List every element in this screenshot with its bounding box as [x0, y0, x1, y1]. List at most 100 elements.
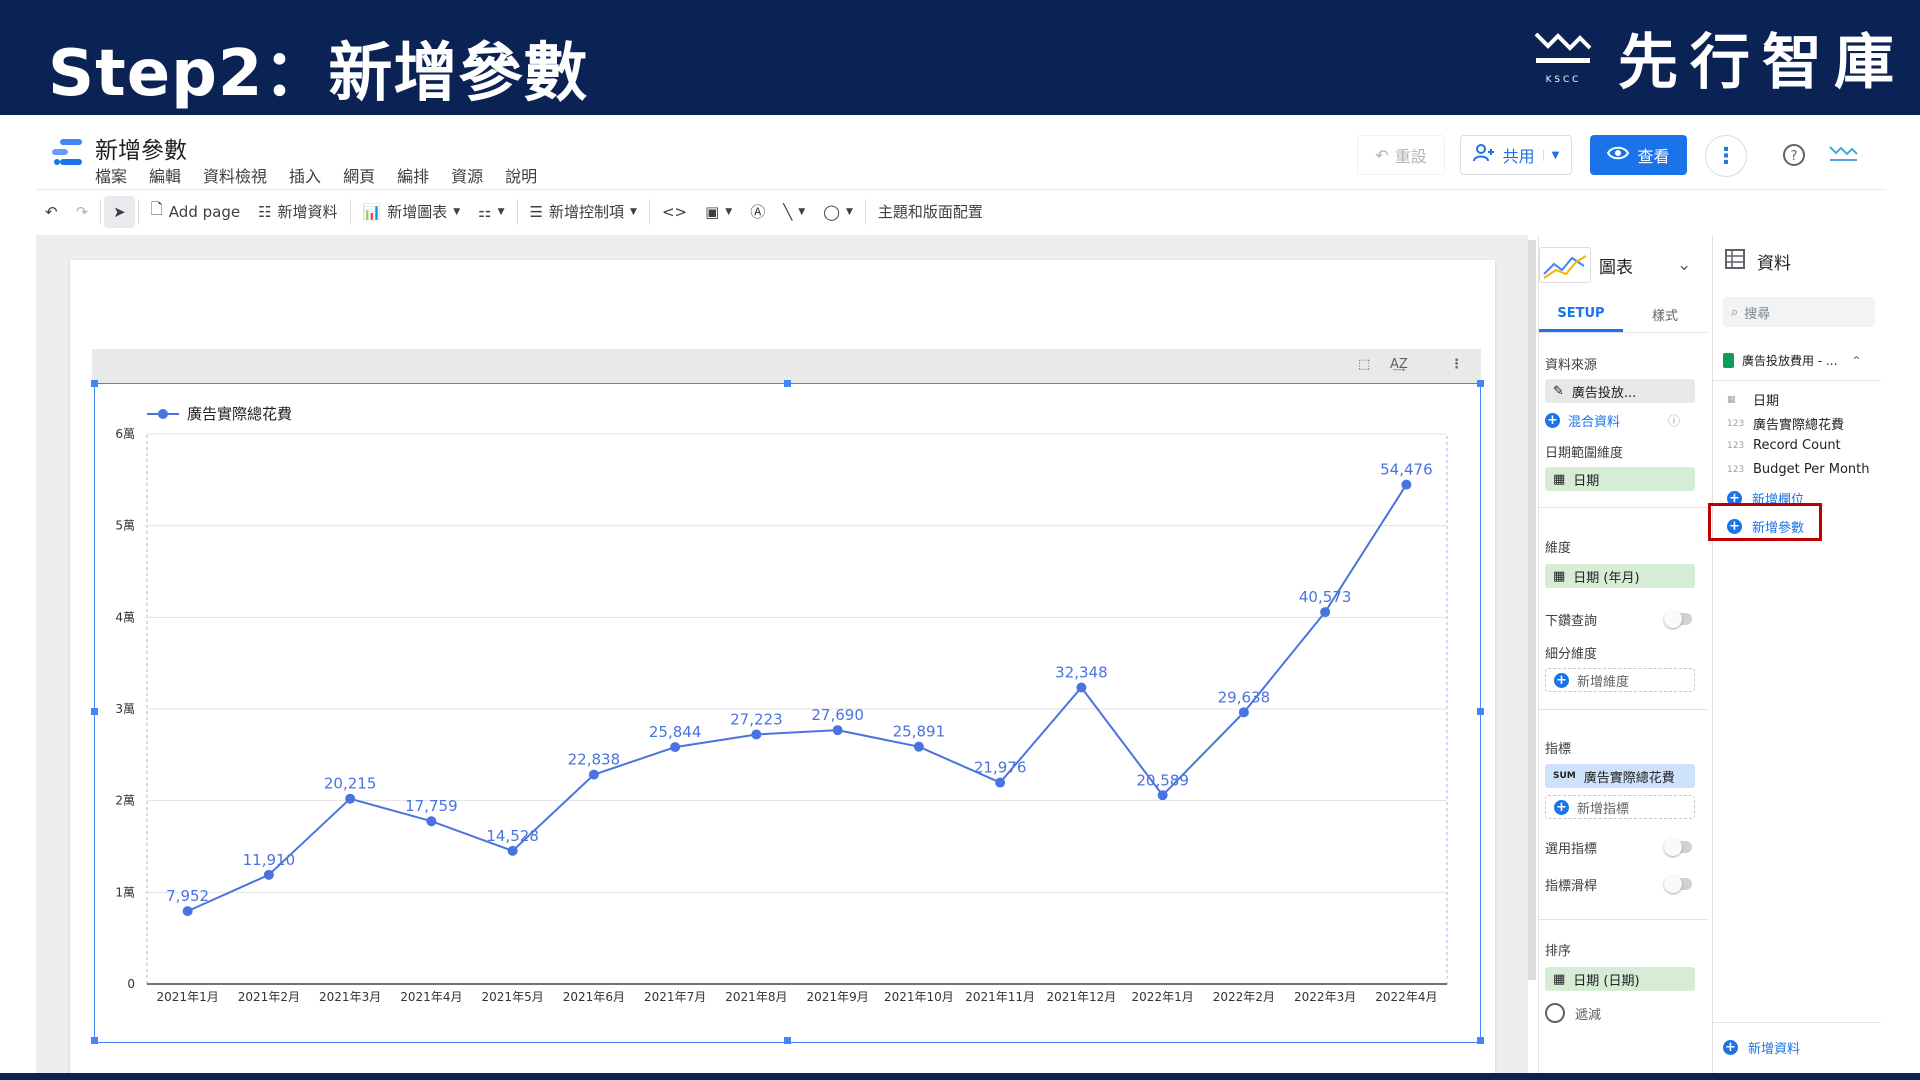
data-label: 32,348	[1055, 663, 1108, 681]
add-dimension-button[interactable]: + 新增維度	[1545, 668, 1695, 692]
chevron-down-icon: ▼	[453, 206, 461, 217]
resize-handle[interactable]	[1477, 708, 1484, 715]
data-source-item[interactable]: 廣告投放費用 - ... ⌃	[1723, 352, 1861, 369]
help-icon[interactable]: ⓘ	[1668, 412, 1680, 429]
sheets-icon	[1723, 353, 1734, 368]
date-range-chip[interactable]: ▦ 日期	[1545, 467, 1695, 491]
y-tick-label: 2萬	[115, 794, 135, 808]
data-source-label: 資料來源	[1545, 358, 1598, 373]
data-point	[1238, 707, 1249, 718]
add-control-button[interactable]: ☰ 新增控制項 ▼	[521, 196, 646, 228]
tab-style[interactable]: 樣式	[1623, 297, 1707, 332]
x-tick-label: 2022年4月	[1375, 990, 1437, 1004]
shape-icon[interactable]: ◯ ▼	[814, 196, 862, 228]
blend-data-link[interactable]: + 混合資料 ⓘ	[1545, 411, 1680, 430]
image-icon[interactable]: ▣ ▼	[696, 196, 741, 228]
menu-resource[interactable]: 資源	[451, 163, 483, 187]
line-chart-icon	[1539, 247, 1591, 283]
add-page-icon: 🗋	[150, 200, 163, 218]
menu-help[interactable]: 說明	[505, 163, 537, 187]
field-name: 日期	[1753, 394, 1780, 409]
menu-arrange[interactable]: 編排	[397, 163, 429, 187]
sort-az-icon[interactable]: A͢Z	[1390, 357, 1408, 372]
table-icon	[1725, 249, 1745, 274]
y-tick-label: 4萬	[115, 610, 135, 624]
add-data-button[interactable]: + 新增資料	[1723, 1038, 1800, 1057]
theme-layout-button[interactable]: 主題和版面配置	[869, 196, 992, 228]
sort-desc-label: 遞減	[1575, 1007, 1602, 1023]
add-control-label: 新增控制項	[549, 203, 625, 221]
field-item[interactable]: ▦ 日期	[1727, 390, 1779, 409]
chart-type-selector[interactable]: 圖表 ⌄	[1539, 247, 1691, 283]
data-point	[995, 777, 1006, 788]
metric-chip[interactable]: SUM 廣告實際總花費	[1545, 764, 1695, 788]
menu-file[interactable]: 檔案	[95, 163, 127, 187]
report-title[interactable]: 新增參數	[95, 131, 187, 165]
sort-chip[interactable]: ▦ 日期 (日期)	[1545, 967, 1695, 991]
data-panel: 資料 ⌕ 搜尋 廣告投放費用 - ... ⌃ ▦ 日期 123 廣告實際總花費 …	[1712, 235, 1884, 1075]
chart-more-icon[interactable]: ⋮	[1450, 357, 1463, 372]
section-divider	[1713, 380, 1881, 381]
svg-text:K S C C: K S C C	[1546, 75, 1579, 85]
tab-setup[interactable]: SETUP	[1539, 297, 1623, 332]
menu-view[interactable]: 資料檢視	[203, 163, 267, 187]
select-area-icon[interactable]: ⬚	[1358, 357, 1370, 372]
optional-metrics-toggle[interactable]	[1664, 838, 1692, 856]
embed-code-icon[interactable]: <>	[653, 196, 696, 228]
add-chart-button[interactable]: 📊 新增圖表 ▼	[354, 196, 470, 228]
field-item[interactable]: 123 Budget Per Month	[1727, 462, 1870, 477]
add-data-button[interactable]: ☷ 新增資料	[249, 196, 346, 228]
chevron-down-icon[interactable]: ▼	[1542, 149, 1559, 161]
resize-handle[interactable]	[784, 1037, 791, 1044]
collapse-icon[interactable]: ⌃	[1851, 354, 1861, 368]
toolbar-divider	[100, 198, 102, 225]
data-label: 40,573	[1299, 588, 1352, 606]
calendar-icon: ▦	[1553, 471, 1566, 487]
x-tick-label: 2021年12月	[1046, 990, 1116, 1004]
x-tick-label: 2021年11月	[965, 990, 1035, 1004]
metric-slider-toggle[interactable]	[1664, 875, 1692, 893]
line-icon[interactable]: ╲ ▼	[774, 196, 814, 228]
field-item[interactable]: 123 Record Count	[1727, 438, 1841, 453]
search-placeholder: 搜尋	[1744, 306, 1771, 322]
line-chart[interactable]: 0 1萬 2萬 3萬 4萬 5萬 6萬 2021年1月 2021年2月 2021年3月 2021年4…	[94, 383, 1481, 1043]
field-search-input[interactable]: ⌕ 搜尋	[1723, 297, 1875, 327]
data-source-chip[interactable]: ✎ 廣告投放...	[1545, 379, 1695, 403]
text-box-icon[interactable]: Ⓐ	[741, 196, 774, 228]
data-point	[588, 769, 599, 780]
reset-button[interactable]: ↶ 重設	[1357, 135, 1445, 175]
view-button[interactable]: 查看	[1590, 135, 1687, 175]
community-viz-button[interactable]: ⚏ ▼	[469, 196, 513, 228]
data-label: 25,891	[893, 723, 946, 741]
data-label: 11,910	[243, 851, 296, 869]
share-label: 共用	[1502, 147, 1535, 166]
add-metric-button[interactable]: + 新增指標	[1545, 795, 1695, 819]
data-source-name: 廣告投放...	[1571, 385, 1637, 401]
field-item[interactable]: 123 廣告實際總花費	[1727, 414, 1844, 433]
panel-scrollbar[interactable]	[1528, 240, 1536, 980]
resize-handle[interactable]	[1477, 1037, 1484, 1044]
account-logo-icon[interactable]	[1825, 135, 1861, 175]
redo-icon[interactable]: ↷	[67, 196, 98, 228]
resize-handle[interactable]	[91, 708, 98, 715]
share-button[interactable]: 共用 ▼	[1460, 135, 1572, 175]
resize-handle[interactable]	[91, 380, 98, 387]
more-options-icon[interactable]: ⋮	[1705, 135, 1747, 177]
resize-handle[interactable]	[784, 380, 791, 387]
help-icon[interactable]: ?	[1775, 135, 1813, 175]
drilldown-toggle[interactable]	[1664, 610, 1692, 628]
menu-insert[interactable]: 插入	[289, 163, 321, 187]
undo-icon[interactable]: ↶	[36, 196, 67, 228]
sort-desc-option[interactable]: 遞減	[1545, 1003, 1601, 1023]
add-page-button[interactable]: 🗋 Add page	[142, 196, 249, 228]
select-pointer-icon[interactable]: ➤	[104, 195, 135, 228]
resize-handle[interactable]	[91, 1037, 98, 1044]
resize-handle[interactable]	[1477, 380, 1484, 387]
add-data-icon: ☷	[258, 202, 272, 221]
chart-setup-panel: 圖表 ⌄ SETUP 樣式 資料來源 ✎ 廣告投放... + 混合資料 ⓘ 日期…	[1538, 235, 1710, 1075]
menu-edit[interactable]: 編輯	[149, 163, 181, 187]
menu-page[interactable]: 網頁	[343, 163, 375, 187]
x-tick-label: 2021年8月	[725, 990, 787, 1004]
toolbar-divider	[516, 198, 518, 225]
dimension-chip[interactable]: ▦ 日期 (年月)	[1545, 564, 1695, 588]
